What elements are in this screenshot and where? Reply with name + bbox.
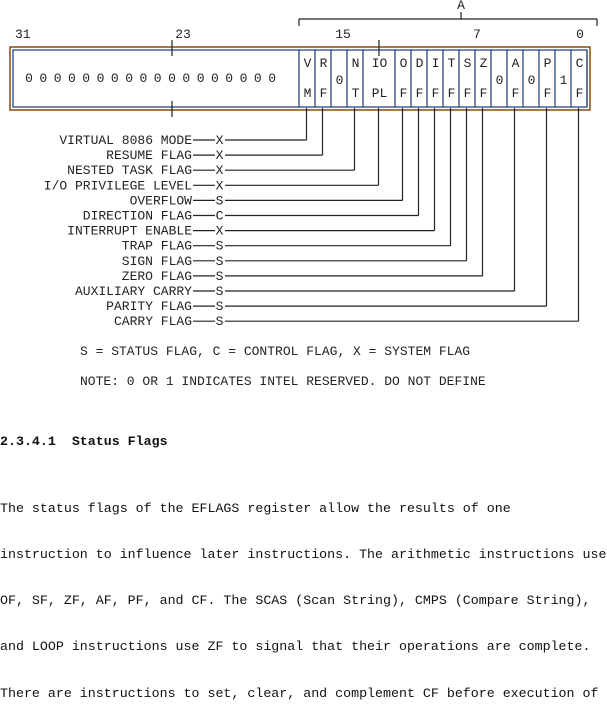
cell-label-top: P bbox=[544, 56, 552, 71]
cell-label-bottom: T bbox=[352, 86, 360, 101]
flag-name: PARITY FLAG bbox=[106, 299, 192, 314]
flag-name: OVERFLOW bbox=[130, 193, 193, 208]
eflags-register-diagram: A31 23 15 7 00 0 0 0 0 0 0 0 0 0 0 0 0 0 0 0 0 0VMRF0NTIOPLOF… bbox=[9, 0, 598, 389]
flag-name: ZERO FLAG bbox=[122, 269, 192, 284]
section-heading: 2.3.4.1 Status Flags bbox=[0, 434, 168, 449]
cell-label-bottom: F bbox=[320, 86, 328, 101]
reserved-bit: 0 bbox=[254, 71, 262, 86]
reserved-bit: 0 bbox=[168, 71, 176, 86]
flag-type: S bbox=[216, 314, 224, 329]
cell-label-bottom: F bbox=[544, 86, 552, 101]
cell-label-top: T bbox=[448, 56, 456, 71]
group-label: A bbox=[457, 0, 465, 13]
cell-label-top: R bbox=[320, 56, 328, 71]
cell-label-top: V bbox=[304, 56, 312, 71]
paragraph-line: instruction to influence later instructi… bbox=[0, 547, 607, 563]
reserved-bit: 0 bbox=[25, 71, 33, 86]
paragraph-line: and LOOP instructions use ZF to signal t… bbox=[0, 639, 591, 655]
flag-type: S bbox=[216, 284, 224, 299]
flag-type: X bbox=[216, 163, 224, 178]
reserved-bit: 0 bbox=[139, 71, 147, 86]
cell-label-bottom: M bbox=[304, 86, 312, 101]
cell-label-top: S bbox=[464, 56, 472, 71]
cell-label-top: C bbox=[576, 56, 584, 71]
reserved-note: NOTE: 0 OR 1 INDICATES INTEL RESERVED. D… bbox=[80, 374, 486, 389]
flag-type: S bbox=[216, 269, 224, 284]
cell-bit: 0 bbox=[336, 73, 344, 88]
reserved-bit: 0 bbox=[154, 71, 162, 86]
flag-name: VIRTUAL 8086 MODE bbox=[59, 133, 192, 148]
cell-label-bottom: F bbox=[464, 86, 472, 101]
flag-name: DIRECTION FLAG bbox=[83, 209, 192, 224]
reserved-bit: 0 bbox=[39, 71, 47, 86]
flag-type: X bbox=[216, 178, 224, 193]
bit-number: 0 bbox=[576, 27, 584, 42]
flag-type: X bbox=[216, 148, 224, 163]
paragraph-line: There are instructions to set, clear, an… bbox=[0, 685, 599, 701]
reserved-bit: 0 bbox=[97, 71, 105, 86]
cell-label-bottom: F bbox=[400, 86, 408, 101]
cell-bit: 0 bbox=[496, 73, 504, 88]
flag-type: S bbox=[216, 299, 224, 314]
flag-type: S bbox=[216, 254, 224, 269]
cell-label-bottom: F bbox=[576, 86, 584, 101]
reserved-bit: 0 bbox=[125, 71, 133, 86]
flag-name: AUXILIARY CARRY bbox=[75, 284, 192, 299]
flag-type: X bbox=[216, 133, 224, 148]
cell-label-bottom: PL bbox=[372, 86, 388, 101]
reserved-bit: 0 bbox=[225, 71, 233, 86]
flag-type: S bbox=[216, 193, 224, 208]
paragraph-line: OF, SF, ZF, AF, PF, and CF. The SCAS (Sc… bbox=[0, 593, 591, 609]
cell-label-bottom: F bbox=[432, 86, 440, 101]
flag-type: C bbox=[216, 209, 224, 224]
reserved-bit: 0 bbox=[197, 71, 205, 86]
reserved-bit: 0 bbox=[68, 71, 76, 86]
flag-type: S bbox=[216, 239, 224, 254]
cell-label-top: IO bbox=[372, 56, 388, 71]
cell-label-top: D bbox=[416, 56, 424, 71]
flag-name: RESUME FLAG bbox=[106, 148, 192, 163]
bit-number: 23 bbox=[175, 27, 191, 42]
cell-label-top: N bbox=[352, 56, 360, 71]
cell-label-bottom: F bbox=[480, 86, 488, 101]
reserved-bit: 0 bbox=[111, 71, 119, 86]
flag-name: INTERRUPT ENABLE bbox=[67, 224, 192, 239]
cell-bit: 1 bbox=[560, 73, 568, 88]
reserved-bit: 0 bbox=[211, 71, 219, 86]
flag-name: SIGN FLAG bbox=[122, 254, 192, 269]
reserved-bit: 0 bbox=[240, 71, 248, 86]
section-paragraph: The status flags of the EFLAGS register … bbox=[0, 470, 606, 717]
cell-label-top: O bbox=[400, 56, 408, 71]
paragraph-line: The status flags of the EFLAGS register … bbox=[0, 500, 511, 516]
reserved-bit: 0 bbox=[268, 71, 276, 86]
flag-type-legend: S = STATUS FLAG, C = CONTROL FLAG, X = S… bbox=[80, 344, 470, 359]
reserved-bit: 0 bbox=[54, 71, 62, 86]
cell-label-top: Z bbox=[480, 56, 488, 71]
cell-label-bottom: F bbox=[512, 86, 520, 101]
flag-name: I/O PRIVILEGE LEVEL bbox=[44, 178, 192, 193]
reserved-bit: 0 bbox=[182, 71, 190, 86]
flag-name: TRAP FLAG bbox=[122, 239, 192, 254]
cell-label-top: A bbox=[512, 56, 520, 71]
cell-bit: 0 bbox=[528, 73, 536, 88]
cell-label-bottom: F bbox=[448, 86, 456, 101]
flag-type: X bbox=[216, 224, 224, 239]
bit-number: 7 bbox=[473, 27, 481, 42]
reserved-bit: 0 bbox=[82, 71, 90, 86]
bit-number: 15 bbox=[335, 27, 351, 42]
cell-label-bottom: F bbox=[416, 86, 424, 101]
flag-name: CARRY FLAG bbox=[114, 314, 192, 329]
bit-number: 31 bbox=[15, 27, 31, 42]
cell-label-top: I bbox=[432, 56, 440, 71]
flag-name: NESTED TASK FLAG bbox=[67, 163, 192, 178]
